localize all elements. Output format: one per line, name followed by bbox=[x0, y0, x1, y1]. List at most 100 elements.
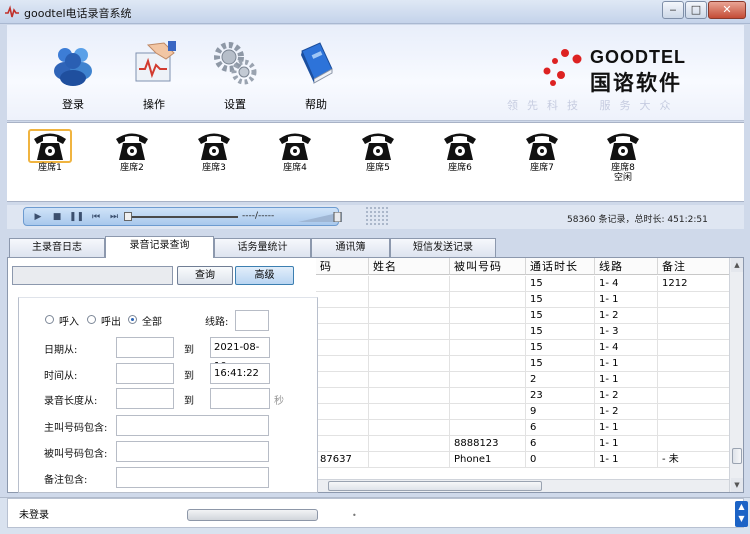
seat-6[interactable]: 座席6 bbox=[435, 129, 485, 189]
play-icon[interactable]: ▶ bbox=[32, 211, 44, 223]
settings-button[interactable]: 设置 bbox=[205, 39, 265, 111]
scroll-thumb[interactable] bbox=[732, 448, 742, 464]
volume-slider[interactable] bbox=[298, 212, 342, 222]
table-cell: 1212 bbox=[658, 276, 736, 292]
pause-icon[interactable]: ❚❚ bbox=[69, 211, 84, 223]
seat-5[interactable]: 座席5 bbox=[353, 129, 403, 189]
time-from-input[interactable] bbox=[116, 363, 174, 384]
column-header[interactable]: 码 bbox=[316, 258, 369, 275]
seat-label: 座席8 bbox=[611, 163, 635, 173]
settings-label: 设置 bbox=[224, 98, 246, 111]
login-button[interactable]: 登录 bbox=[43, 39, 103, 111]
previous-icon[interactable]: ⏮ bbox=[90, 211, 102, 223]
close-button[interactable]: ✕ bbox=[708, 1, 746, 19]
status-progress bbox=[187, 509, 318, 521]
duration-to-input[interactable] bbox=[210, 388, 270, 409]
table-cell: 6 bbox=[526, 420, 595, 436]
table-cell: 9 bbox=[526, 404, 595, 420]
table-cell: 15 bbox=[526, 308, 595, 324]
table-row[interactable]: 6 1- 1 bbox=[316, 420, 736, 436]
stop-icon[interactable]: ■ bbox=[51, 211, 63, 223]
column-header[interactable]: 线路 bbox=[595, 258, 658, 275]
seat-1[interactable]: 座席1 bbox=[25, 129, 75, 189]
status-spin-icon[interactable]: ▲ ▼ bbox=[735, 501, 748, 527]
column-header[interactable]: 被叫号码 bbox=[450, 258, 526, 275]
scroll-up-icon[interactable]: ▲ bbox=[731, 258, 743, 272]
table-row[interactable]: 2 1- 1 bbox=[316, 372, 736, 388]
status-inner: 未登录 • ▲ ▼ bbox=[7, 498, 748, 528]
seat-8[interactable]: 座席8 空闲 bbox=[598, 129, 648, 189]
operate-button[interactable]: 操作 bbox=[124, 39, 184, 111]
table-row[interactable]: 15 1- 3 bbox=[316, 324, 736, 340]
seat-3[interactable]: 座席3 bbox=[189, 129, 239, 189]
horizontal-scrollbar[interactable] bbox=[316, 479, 729, 492]
table-row[interactable]: 9 1- 2 bbox=[316, 404, 736, 420]
next-icon[interactable]: ⏭ bbox=[108, 211, 120, 223]
login-status: 未登录 bbox=[19, 510, 49, 521]
seek-bar[interactable] bbox=[128, 216, 238, 218]
table-cell bbox=[369, 308, 450, 324]
h-scroll-thumb[interactable] bbox=[328, 481, 542, 491]
table-cell bbox=[450, 388, 526, 404]
tab-sms-records[interactable]: 短信发送记录 bbox=[390, 238, 496, 257]
tab-traffic-stats[interactable]: 话务量统计 bbox=[214, 238, 311, 257]
table-cell bbox=[316, 372, 369, 388]
caller-contains-input[interactable] bbox=[116, 415, 269, 436]
table-cell bbox=[316, 436, 369, 452]
table-cell bbox=[369, 388, 450, 404]
query-button[interactable]: 查询 bbox=[177, 266, 233, 285]
main-toolbar: 登录 操作 设置 帮助 GOODTEL 国谘软件 领先科技 服务大众 bbox=[7, 25, 744, 121]
seat-2[interactable]: 座席2 bbox=[107, 129, 157, 189]
note-contains-input[interactable] bbox=[116, 467, 269, 488]
date-from-input[interactable] bbox=[116, 337, 174, 358]
radio-all[interactable] bbox=[128, 315, 137, 324]
table-row[interactable]: 15 1- 2 bbox=[316, 308, 736, 324]
tab-address-book[interactable]: 通讯簿 bbox=[311, 238, 390, 257]
operate-label: 操作 bbox=[143, 98, 165, 111]
column-header[interactable]: 通话时长 bbox=[526, 258, 595, 275]
maximize-button[interactable]: □ bbox=[685, 1, 707, 19]
table-cell: 87637 bbox=[316, 452, 369, 468]
column-header[interactable]: 备注 bbox=[658, 258, 736, 275]
seat-label: 座席6 bbox=[448, 163, 472, 173]
help-button[interactable]: 帮助 bbox=[286, 39, 346, 111]
callee-contains-input[interactable] bbox=[116, 441, 269, 462]
table-row[interactable]: 15 1- 1 bbox=[316, 292, 736, 308]
column-header[interactable]: 姓名 bbox=[369, 258, 450, 275]
time-from-label: 时间从: bbox=[44, 371, 78, 382]
status-bar: 未登录 • ▲ ▼ bbox=[0, 497, 750, 534]
seat-7[interactable]: 座席7 bbox=[517, 129, 567, 189]
radio-incoming[interactable] bbox=[45, 315, 54, 324]
advanced-button[interactable]: 高级 bbox=[235, 266, 294, 285]
duration-from-label: 录音长度从: bbox=[44, 396, 98, 407]
duration-from-input[interactable] bbox=[116, 388, 174, 409]
tab-record-query[interactable]: 录音记录查询 bbox=[105, 236, 214, 258]
seat-label: 座席3 bbox=[202, 163, 226, 173]
time-to-input[interactable]: 16:41:22 bbox=[210, 363, 270, 384]
minimize-button[interactable]: ‒ bbox=[662, 1, 684, 19]
caller-contains-label: 主叫号码包含: bbox=[44, 423, 108, 434]
seek-knob[interactable] bbox=[124, 212, 132, 221]
table-row[interactable]: 15 1- 4 1212 bbox=[316, 276, 736, 292]
line-input[interactable] bbox=[235, 310, 269, 331]
scroll-down-icon[interactable]: ▼ bbox=[731, 478, 743, 492]
table-row[interactable]: 8888123 6 1- 1 bbox=[316, 436, 736, 452]
help-label: 帮助 bbox=[305, 98, 327, 111]
radio-outgoing[interactable] bbox=[87, 315, 96, 324]
date-to-input[interactable]: 2021-08-10 bbox=[210, 337, 270, 372]
query-panel: 查询 高级 码姓名 被叫号码 通话时长 线路 备注 15 1- 4 1212 15 1- 1 15 1… bbox=[7, 257, 744, 493]
tab-main-log[interactable]: 主录音日志 bbox=[9, 238, 105, 257]
table-row[interactable]: 15 1- 4 bbox=[316, 340, 736, 356]
table-row[interactable]: 87637 Phone1 0 1- 1- 未 bbox=[316, 452, 736, 468]
table-cell bbox=[450, 340, 526, 356]
seconds-unit: 秒 bbox=[274, 396, 284, 407]
seat-label: 座席4 bbox=[283, 163, 307, 173]
status-dot: • bbox=[352, 511, 357, 520]
table-cell bbox=[450, 308, 526, 324]
app-icon bbox=[5, 5, 19, 18]
seat-4[interactable]: 座席4 bbox=[270, 129, 320, 189]
search-input[interactable] bbox=[12, 266, 173, 285]
vertical-scrollbar[interactable]: ▲ ▼ bbox=[729, 258, 743, 492]
table-row[interactable]: 15 1- 1 bbox=[316, 356, 736, 372]
table-row[interactable]: 23 1- 2 bbox=[316, 388, 736, 404]
